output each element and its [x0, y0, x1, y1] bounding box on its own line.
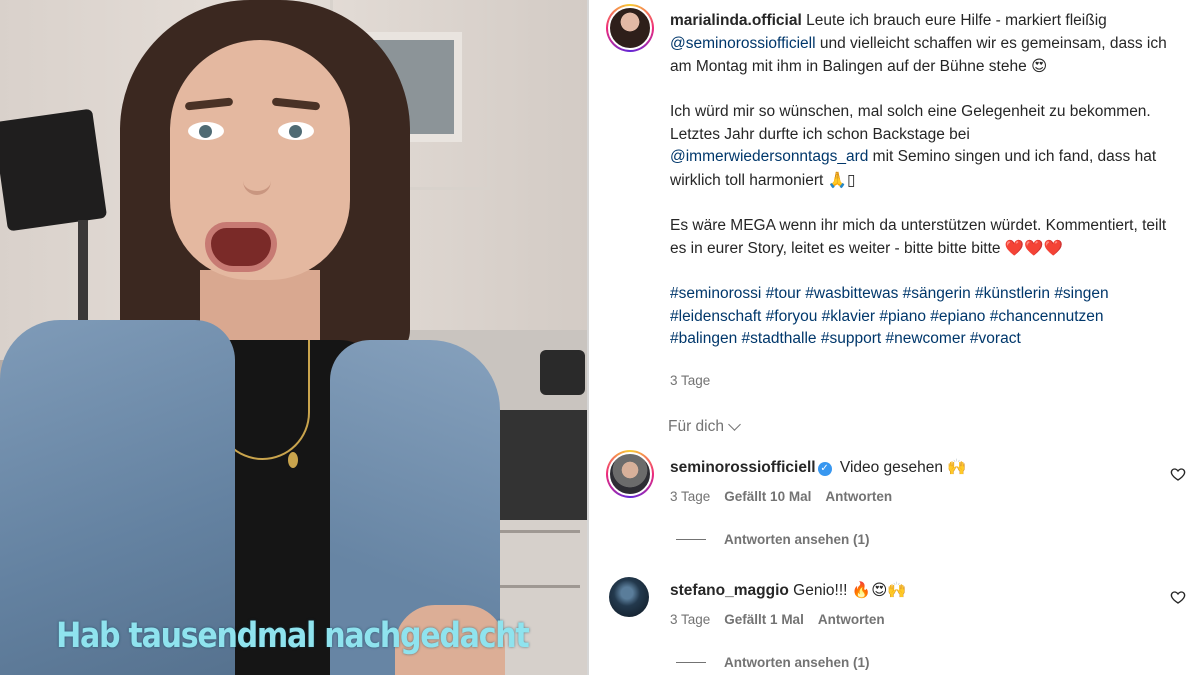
hashtag-link[interactable]: #wasbittewas: [805, 285, 898, 302]
emoji: 🙏: [827, 170, 847, 189]
like-heart-icon[interactable]: [1170, 589, 1186, 605]
replies-line: [676, 662, 706, 663]
verified-badge-icon: ✓: [817, 462, 832, 476]
view-replies-button[interactable]: Antworten ansehen (1): [676, 532, 870, 547]
comment-body: stefano_maggio Genio!!! 🔥😍🙌: [670, 581, 907, 600]
comment-text: Genio!!!: [793, 582, 848, 599]
author-avatar-image: [608, 6, 652, 50]
chevron-down-icon: [728, 418, 741, 431]
necklace-pendant: [288, 452, 298, 468]
commenter-avatar-image: [608, 452, 652, 496]
commenter-username[interactable]: stefano_maggio: [670, 582, 789, 599]
hashtag-link[interactable]: #künstlerin: [975, 285, 1050, 302]
comment-emoji: 🔥😍🙌: [851, 581, 907, 599]
comments-panel: marialinda.official Leute ich brauch eur…: [589, 0, 1200, 675]
video-subtitle: Hab tausendmal nachgedacht: [56, 616, 530, 656]
comment-body: seminorossiofficiell ✓ Video gesehen 🙌: [670, 458, 967, 477]
hashtag-link[interactable]: #support: [821, 330, 881, 347]
comment-sort-dropdown[interactable]: Für dich: [668, 418, 741, 436]
sort-label: Für dich: [668, 418, 724, 435]
caption-text: Leute ich brauch eure Hilfe - markiert f…: [806, 12, 1107, 29]
hashtag-link[interactable]: #foryou: [766, 308, 818, 325]
view-replies-label: Antworten ansehen (1): [724, 532, 870, 547]
caption-paragraph: Ich würd mir so wünschen, mal solch eine…: [670, 101, 1170, 192]
view-replies-label: Antworten ansehen (1): [724, 655, 870, 670]
caption-text: Es wäre MEGA wenn ihr mich da unterstütz…: [670, 216, 1167, 258]
hashtag-link[interactable]: #stadthalle: [742, 330, 817, 347]
author-username[interactable]: marialinda.official: [670, 12, 802, 29]
singer-eye: [278, 122, 314, 140]
hashtag-link[interactable]: #singen: [1054, 285, 1108, 302]
hashtag-link[interactable]: #chancennutzen: [990, 308, 1104, 325]
emoji: 😍: [1031, 57, 1048, 75]
comment-meta: 3 Tage Gefällt 1 Mal Antworten: [670, 612, 885, 627]
comment-time[interactable]: 3 Tage: [670, 612, 710, 627]
studio-lamp: [0, 108, 108, 232]
author-avatar[interactable]: [606, 4, 654, 52]
comment-time[interactable]: 3 Tage: [670, 489, 710, 504]
comment-text: Video gesehen: [839, 459, 944, 476]
singer-mouth: [205, 222, 277, 272]
reel-video[interactable]: Hab tausendmal nachgedacht: [0, 0, 587, 675]
kitchen-appliance: [540, 350, 585, 395]
heart-emoji: ❤️❤️❤️: [1004, 239, 1063, 257]
post-caption: marialinda.official Leute ich brauch eur…: [670, 10, 1170, 351]
caption-paragraph: marialinda.official Leute ich brauch eur…: [670, 10, 1170, 79]
mention-link[interactable]: @immerwiedersonntags_ard: [670, 148, 868, 165]
comment-likes[interactable]: Gefällt 1 Mal: [724, 612, 804, 627]
view-replies-button[interactable]: Antworten ansehen (1): [676, 655, 870, 670]
hashtag-link[interactable]: #epiano: [930, 308, 985, 325]
caption-paragraph: Es wäre MEGA wenn ihr mich da unterstütz…: [670, 215, 1170, 261]
hashtag-link[interactable]: #newcomer: [885, 330, 965, 347]
comment-meta: 3 Tage Gefällt 10 Mal Antworten: [670, 489, 892, 504]
hashtag-link[interactable]: #piano: [879, 308, 926, 325]
caption-text: Ich würd mir so wünschen, mal solch eine…: [670, 103, 1151, 143]
caption-text: ▯: [846, 171, 856, 189]
commenter-avatar[interactable]: [609, 577, 649, 617]
comment-likes[interactable]: Gefällt 10 Mal: [724, 489, 811, 504]
reply-button[interactable]: Antworten: [825, 489, 892, 504]
singer-nose: [243, 150, 271, 195]
post-timestamp[interactable]: 3 Tage: [670, 373, 710, 388]
mention-link[interactable]: @seminorossiofficiell: [670, 35, 816, 52]
hashtag-link[interactable]: #klavier: [822, 308, 875, 325]
reply-button[interactable]: Antworten: [818, 612, 885, 627]
replies-line: [676, 539, 706, 540]
hashtag-link[interactable]: #leidenschaft: [670, 308, 761, 325]
comment-emoji: 🙌: [947, 458, 967, 476]
commenter-avatar[interactable]: [606, 450, 654, 498]
singer-eye: [188, 122, 224, 140]
commenter-username[interactable]: seminorossiofficiell: [670, 459, 816, 476]
hashtag-link[interactable]: #balingen: [670, 330, 737, 347]
hashtag-link[interactable]: #sängerin: [903, 285, 971, 302]
hashtag-link[interactable]: #tour: [766, 285, 801, 302]
hashtag-link[interactable]: #seminorossi: [670, 285, 761, 302]
hashtag-list: #seminorossi #tour #wasbittewas #sängeri…: [670, 283, 1170, 351]
like-heart-icon[interactable]: [1170, 466, 1186, 482]
hashtag-link[interactable]: #voract: [970, 330, 1021, 347]
